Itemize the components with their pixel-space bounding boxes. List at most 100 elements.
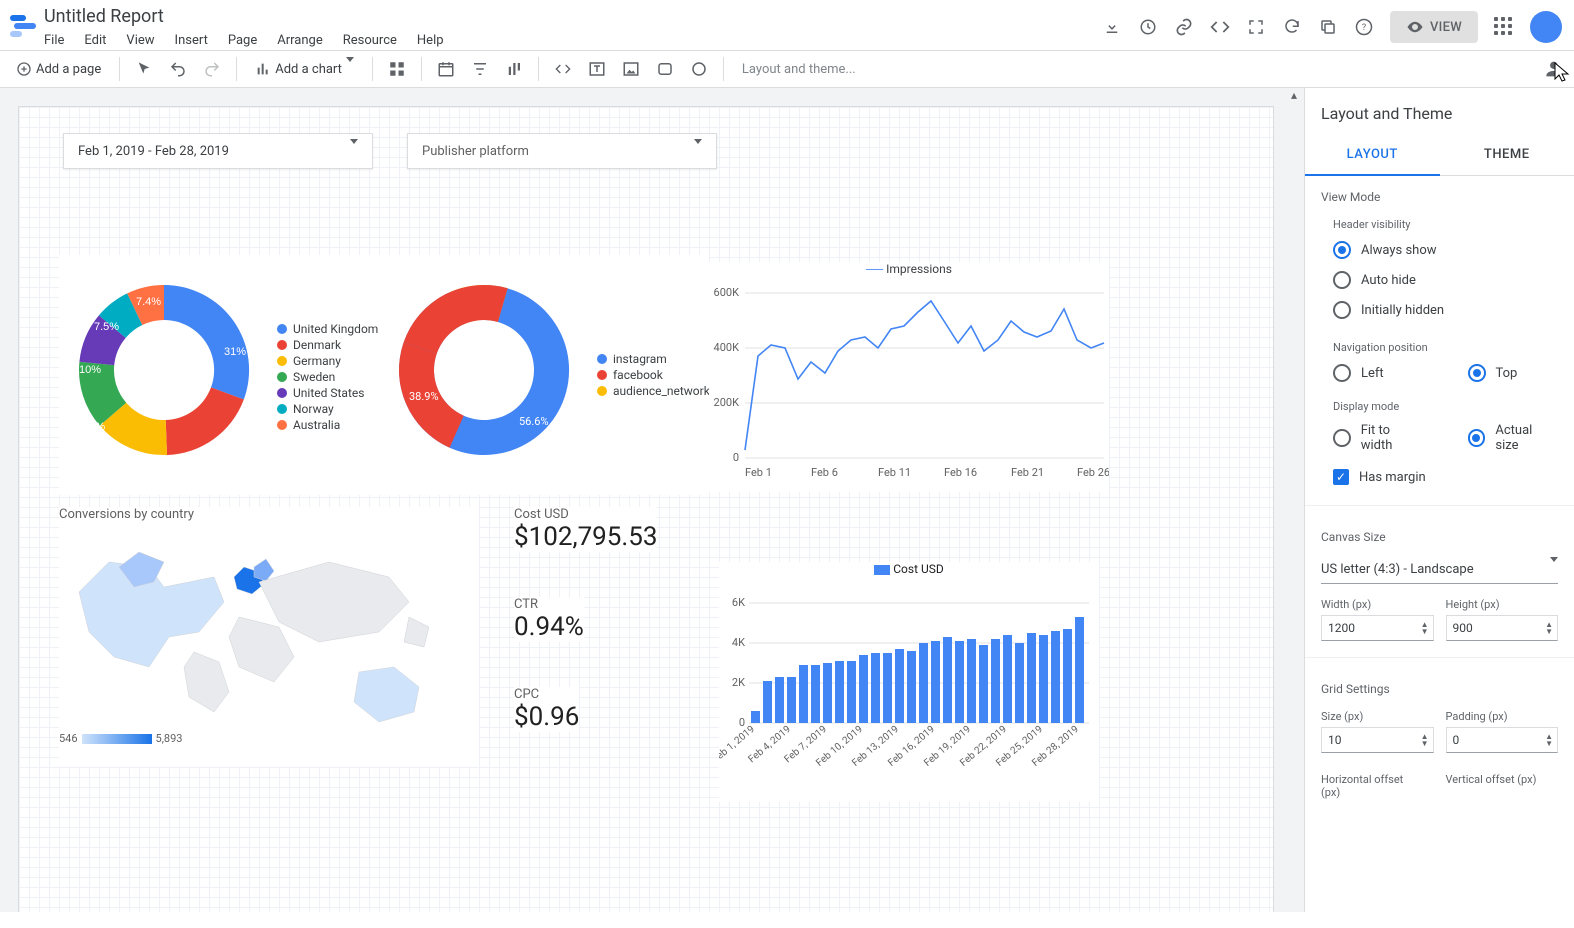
scorecard-cost[interactable]: Cost USD $102,795.53 xyxy=(514,507,657,552)
image-icon[interactable] xyxy=(617,55,645,83)
eye-icon xyxy=(1406,18,1424,36)
radio-always-show[interactable]: Always show xyxy=(1305,235,1574,265)
radio-actual-size[interactable]: Actual size xyxy=(1440,417,1574,459)
svg-text:56.6%: 56.6% xyxy=(519,415,549,428)
view-button[interactable]: VIEW xyxy=(1390,11,1478,43)
layout-theme-search[interactable]: Layout and theme... xyxy=(734,62,1530,77)
data-control-icon[interactable] xyxy=(500,55,528,83)
radio-fit-width[interactable]: Fit to width xyxy=(1305,417,1440,459)
donut-chart-country[interactable]: 31% 17.6% 13.9% 12.5% 10% 7.5% 7.4% Unit… xyxy=(59,255,389,495)
text-box-icon[interactable] xyxy=(583,55,611,83)
report-title[interactable]: Untitled Report xyxy=(44,6,1102,27)
line-chart-impressions[interactable]: ── Impressions 600K400K200K0 Feb 1Feb 6F… xyxy=(709,262,1109,492)
chevron-down-icon xyxy=(346,62,354,77)
map-title: Conversions by country xyxy=(59,507,479,522)
filter-control-icon[interactable] xyxy=(466,55,494,83)
radio-nav-top[interactable]: Top xyxy=(1440,358,1574,388)
rectangle-shape-icon[interactable] xyxy=(651,55,679,83)
svg-text:Feb 1: Feb 1 xyxy=(745,466,772,479)
refresh-icon[interactable] xyxy=(1282,17,1302,37)
section-canvas-size: Canvas Size xyxy=(1305,516,1574,550)
radio-auto-hide[interactable]: Auto hide xyxy=(1305,265,1574,295)
date-range-control[interactable]: Feb 1, 2019 - Feb 28, 2019 xyxy=(63,133,373,169)
copy-icon[interactable] xyxy=(1318,17,1338,37)
menu-arrange[interactable]: Arrange xyxy=(277,33,322,48)
add-chart-button[interactable]: Add a chart xyxy=(247,55,362,83)
donut-chart-platform[interactable]: 56.6% 38.9% instagram facebook audience_n… xyxy=(379,255,709,495)
tab-layout[interactable]: LAYOUT xyxy=(1305,135,1440,176)
panel-title: Layout and Theme xyxy=(1305,88,1574,135)
radio-nav-left[interactable]: Left xyxy=(1305,358,1440,388)
label-height: Height (px) xyxy=(1446,590,1559,615)
donut-platform-legend: instagram facebook audience_network xyxy=(597,350,710,400)
label-grid-size: Size (px) xyxy=(1321,702,1434,727)
svg-text:Feb 26: Feb 26 xyxy=(1077,466,1109,479)
svg-text:600K: 600K xyxy=(714,286,740,299)
apps-icon[interactable] xyxy=(1494,17,1514,37)
menu-file[interactable]: File xyxy=(44,33,64,48)
line-chart-legend: ── Impressions xyxy=(709,262,1109,276)
svg-text:200K: 200K xyxy=(714,396,740,409)
menu-resource[interactable]: Resource xyxy=(343,33,397,48)
menu-page[interactable]: Page xyxy=(228,33,257,48)
cursor-icon xyxy=(1554,62,1570,82)
bar-chart-cost[interactable]: Cost USD 6K4K2K0 Feb 1, 2019Feb 4, 2019F… xyxy=(719,562,1099,802)
publisher-filter-control[interactable]: Publisher platform xyxy=(407,133,717,169)
input-grid-padding[interactable]: 0▲▼ xyxy=(1446,727,1559,753)
fullscreen-icon[interactable] xyxy=(1246,17,1266,37)
bar-chart-icon xyxy=(255,61,271,77)
circle-shape-icon[interactable] xyxy=(685,55,713,83)
community-viz-icon[interactable] xyxy=(383,55,411,83)
svg-text:31%: 31% xyxy=(224,346,246,358)
undo-icon[interactable] xyxy=(164,55,192,83)
embed-icon[interactable] xyxy=(1210,17,1230,37)
menu-view[interactable]: View xyxy=(126,33,154,48)
canvas-size-select[interactable]: US letter (4:3) - Landscape xyxy=(1321,556,1558,584)
label-header-visibility: Header visibility xyxy=(1305,210,1574,235)
menu-insert[interactable]: Insert xyxy=(175,33,208,48)
donut-country-svg: 31% 17.6% 13.9% 12.5% 10% 7.5% 7.4% xyxy=(59,255,269,475)
header: Untitled Report File Edit View Insert Pa… xyxy=(0,0,1574,50)
scorecard-ctr[interactable]: CTR 0.94% xyxy=(514,597,584,642)
report-canvas[interactable]: Feb 1, 2019 - Feb 28, 2019 Publisher pla… xyxy=(18,106,1274,912)
menu-bar: File Edit View Insert Page Arrange Resou… xyxy=(44,33,1102,48)
label-nav-position: Navigation position xyxy=(1305,325,1574,358)
layout-theme-panel: Layout and Theme LAYOUT THEME View Mode … xyxy=(1304,88,1574,912)
svg-text:38.9%: 38.9% xyxy=(409,390,439,403)
link-icon[interactable] xyxy=(1174,17,1194,37)
url-embed-icon[interactable] xyxy=(549,55,577,83)
view-button-label: VIEW xyxy=(1430,20,1462,35)
input-width[interactable]: 1200▲▼ xyxy=(1321,615,1434,641)
app-logo-icon xyxy=(10,15,34,39)
menu-edit[interactable]: Edit xyxy=(84,33,106,48)
scorecard-cpc[interactable]: CPC $0.96 xyxy=(514,687,579,732)
geo-map-chart[interactable]: Conversions by country 5 xyxy=(59,507,479,767)
stepper-icon[interactable]: ▲▼ xyxy=(1421,733,1429,747)
tab-theme[interactable]: THEME xyxy=(1440,135,1574,175)
checkbox-has-margin[interactable]: ✓Has margin xyxy=(1305,459,1574,495)
radio-initially-hidden[interactable]: Initially hidden xyxy=(1305,295,1574,325)
label-grid-padding: Padding (px) xyxy=(1446,702,1559,727)
svg-text:Feb 6: Feb 6 xyxy=(811,466,838,479)
download-icon[interactable] xyxy=(1102,17,1122,37)
donut-country-legend: United Kingdom Denmark Germany Sweden Un… xyxy=(277,320,378,434)
redo-icon[interactable] xyxy=(198,55,226,83)
menu-help[interactable]: Help xyxy=(417,33,444,48)
stepper-icon[interactable]: ▲▼ xyxy=(1545,733,1553,747)
canvas-viewport[interactable]: ▴ Feb 1, 2019 - Feb 28, 2019 Publisher p… xyxy=(0,88,1304,912)
scrollbar-up-icon[interactable]: ▴ xyxy=(1287,88,1301,102)
publisher-filter-value: Publisher platform xyxy=(422,144,529,159)
help-icon[interactable]: ? xyxy=(1354,17,1374,37)
avatar[interactable] xyxy=(1530,11,1562,43)
input-height[interactable]: 900▲▼ xyxy=(1446,615,1559,641)
stepper-icon[interactable]: ▲▼ xyxy=(1545,621,1553,635)
chevron-down-icon xyxy=(694,144,702,159)
stepper-icon[interactable]: ▲▼ xyxy=(1421,621,1429,635)
selection-tool-icon[interactable] xyxy=(130,55,158,83)
date-range-control-icon[interactable] xyxy=(432,55,460,83)
svg-text:0: 0 xyxy=(739,716,745,729)
history-icon[interactable] xyxy=(1138,17,1158,37)
input-grid-size[interactable]: 10▲▼ xyxy=(1321,727,1434,753)
toolbar: Add a page Add a chart Layout and theme.… xyxy=(0,50,1574,88)
add-page-button[interactable]: Add a page xyxy=(8,55,109,83)
